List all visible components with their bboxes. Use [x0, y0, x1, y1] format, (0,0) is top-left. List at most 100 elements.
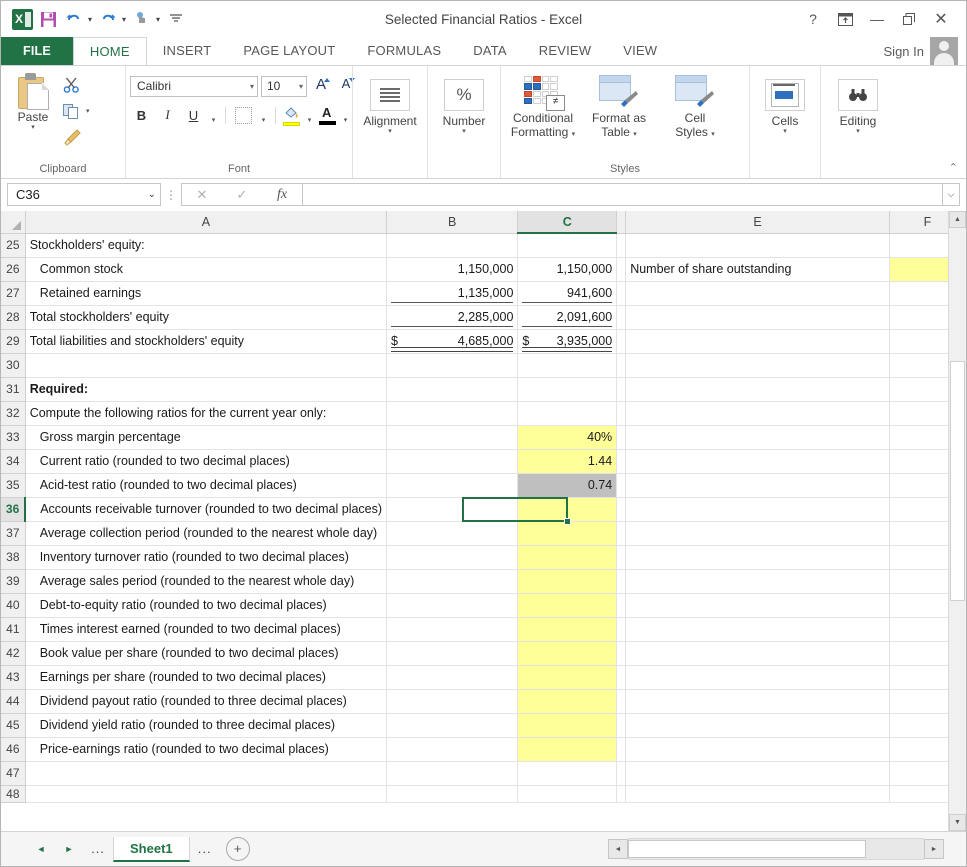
- editing-dropdown-icon[interactable]: ▾: [856, 128, 860, 135]
- cell-d33[interactable]: [616, 425, 627, 450]
- row-header-30[interactable]: 30: [1, 353, 26, 378]
- column-header-d-hidden[interactable]: [616, 211, 627, 234]
- tab-file[interactable]: FILE: [1, 37, 73, 65]
- column-header-a[interactable]: A: [25, 211, 388, 234]
- cell-d27[interactable]: [616, 281, 627, 306]
- cell-d39[interactable]: [616, 569, 627, 594]
- cell-d41[interactable]: [616, 617, 627, 642]
- cell-b32[interactable]: [386, 401, 519, 426]
- cell-d42[interactable]: [616, 641, 627, 666]
- cell-b37[interactable]: [386, 521, 519, 546]
- cell-d29[interactable]: [616, 329, 627, 354]
- cell-c33[interactable]: 40%: [517, 425, 618, 450]
- restore-button[interactable]: [894, 6, 924, 32]
- cell-a34[interactable]: Current ratio (rounded to two decimal pl…: [25, 449, 388, 474]
- cell-a27[interactable]: Retained earnings: [25, 281, 388, 306]
- cell-a40[interactable]: Debt-to-equity ratio (rounded to two dec…: [25, 593, 388, 618]
- cell-e27[interactable]: [625, 281, 890, 306]
- conditional-formatting-dropdown-icon[interactable]: ▾: [572, 131, 576, 138]
- cell-a28[interactable]: Total stockholders' equity: [25, 305, 388, 330]
- number-button[interactable]: % Number ▾: [433, 75, 495, 135]
- cell-b45[interactable]: [386, 713, 519, 738]
- increase-font-size-button[interactable]: A: [310, 75, 332, 97]
- cell-d34[interactable]: [616, 449, 627, 474]
- vertical-scrollbar[interactable]: ▲ ▼: [948, 211, 966, 831]
- row-header-48[interactable]: 48: [1, 785, 26, 803]
- underline-button[interactable]: U: [182, 104, 205, 126]
- redo-dropdown-icon[interactable]: ▾: [122, 15, 126, 24]
- undo-dropdown-icon[interactable]: ▾: [88, 15, 92, 24]
- ribbon-display-options-icon[interactable]: [830, 6, 860, 32]
- cell-e25[interactable]: [625, 233, 890, 258]
- cell-c25[interactable]: [517, 233, 618, 258]
- editing-button[interactable]: Editing ▾: [827, 75, 889, 135]
- cell-a42[interactable]: Book value per share (rounded to two dec…: [25, 641, 388, 666]
- cancel-formula-icon[interactable]: ✕: [182, 187, 222, 203]
- row-header-33[interactable]: 33: [1, 425, 26, 450]
- cell-b39[interactable]: [386, 569, 519, 594]
- cell-e44[interactable]: [625, 689, 890, 714]
- previous-sheet-button[interactable]: ◄: [27, 837, 55, 861]
- vertical-scroll-thumb[interactable]: [950, 361, 965, 601]
- cell-a48[interactable]: [25, 785, 388, 803]
- undo-icon[interactable]: [61, 6, 87, 32]
- borders-dropdown-icon[interactable]: ▾: [258, 102, 269, 128]
- cell-c26[interactable]: 1,150,000: [517, 257, 618, 282]
- sheet-tabs-ellipsis-right[interactable]: ...: [190, 842, 220, 855]
- cell-d36[interactable]: [616, 497, 627, 522]
- redo-icon[interactable]: [95, 6, 121, 32]
- cell-e34[interactable]: [625, 449, 890, 474]
- row-header-46[interactable]: 46: [1, 737, 26, 762]
- cell-a26[interactable]: Common stock: [25, 257, 388, 282]
- select-all-corner[interactable]: [1, 211, 26, 234]
- cell-a43[interactable]: Earnings per share (rounded to two decim…: [25, 665, 388, 690]
- font-color-button[interactable]: A: [318, 105, 337, 126]
- formula-input[interactable]: [302, 183, 943, 206]
- fill-color-dropdown-icon[interactable]: ▾: [304, 102, 315, 128]
- cell-c48[interactable]: [517, 785, 618, 803]
- italic-button[interactable]: I: [156, 104, 179, 126]
- cell-e46[interactable]: [625, 737, 890, 762]
- cell-e47[interactable]: [625, 761, 890, 786]
- cell-b30[interactable]: [386, 353, 519, 378]
- cell-e26[interactable]: Number of share outstanding: [625, 257, 890, 282]
- row-header-31[interactable]: 31: [1, 377, 26, 402]
- font-size-dropdown-icon[interactable]: ▾: [299, 82, 303, 91]
- help-icon[interactable]: ?: [798, 6, 828, 32]
- tab-view[interactable]: VIEW: [607, 37, 673, 65]
- cell-e28[interactable]: [625, 305, 890, 330]
- row-header-43[interactable]: 43: [1, 665, 26, 690]
- cell-d43[interactable]: [616, 665, 627, 690]
- cell-c44[interactable]: [517, 689, 618, 714]
- cell-c29[interactable]: $3,935,000: [517, 329, 618, 354]
- cell-b26[interactable]: 1,150,000: [386, 257, 519, 282]
- cell-b28[interactable]: 2,285,000: [386, 305, 519, 330]
- save-icon[interactable]: [35, 6, 61, 32]
- minimize-button[interactable]: —: [862, 6, 892, 32]
- cell-a44[interactable]: Dividend payout ratio (rounded to three …: [25, 689, 388, 714]
- cell-b48[interactable]: [386, 785, 519, 803]
- cell-c34[interactable]: 1.44: [517, 449, 618, 474]
- cell-c27[interactable]: 941,600: [517, 281, 618, 306]
- cell-c32[interactable]: [517, 401, 618, 426]
- tab-home[interactable]: HOME: [72, 37, 147, 66]
- cell-d45[interactable]: [616, 713, 627, 738]
- cell-a38[interactable]: Inventory turnover ratio (rounded to two…: [25, 545, 388, 570]
- row-header-47[interactable]: 47: [1, 761, 26, 786]
- cell-styles-button[interactable]: Cell Styles ▾: [657, 72, 733, 139]
- cell-a41[interactable]: Times interest earned (rounded to two de…: [25, 617, 388, 642]
- row-header-26[interactable]: 26: [1, 257, 26, 282]
- row-header-45[interactable]: 45: [1, 713, 26, 738]
- borders-button[interactable]: [232, 104, 255, 126]
- cell-c40[interactable]: [517, 593, 618, 618]
- bold-button[interactable]: B: [130, 104, 153, 126]
- row-header-25[interactable]: 25: [1, 233, 26, 258]
- touch-mode-icon[interactable]: [129, 6, 155, 32]
- cell-a25[interactable]: Stockholders' equity:: [25, 233, 388, 258]
- cell-a33[interactable]: Gross margin percentage: [25, 425, 388, 450]
- cell-a47[interactable]: [25, 761, 388, 786]
- column-header-e[interactable]: E: [625, 211, 890, 234]
- cell-e36[interactable]: [625, 497, 890, 522]
- close-button[interactable]: ✕: [926, 6, 956, 32]
- copy-button[interactable]: ▾: [61, 100, 92, 122]
